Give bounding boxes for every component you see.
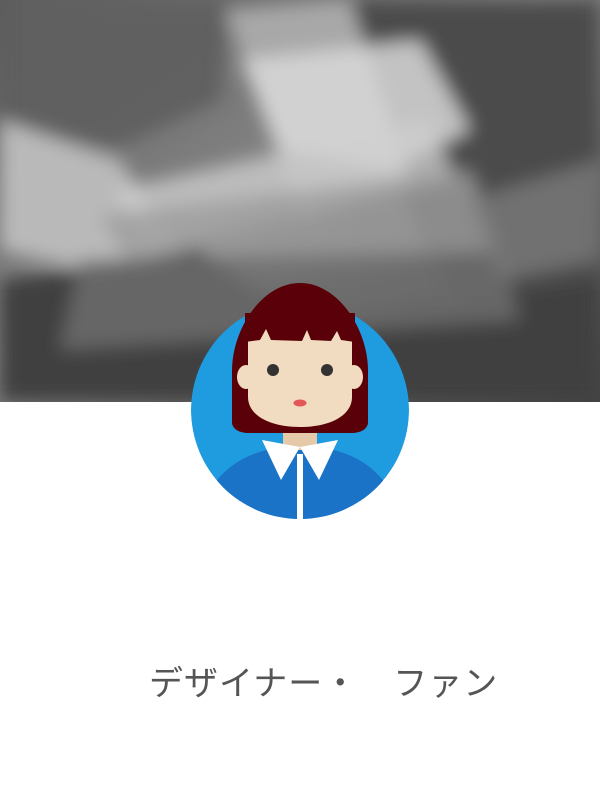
profile-avatar[interactable] — [191, 283, 409, 519]
woman-avatar-icon — [191, 283, 409, 519]
profile-name-text: デザイナー・ ファン — [148, 664, 499, 704]
profile-page: デザイナー・ ファン — [0, 0, 600, 800]
profile-name: デザイナー・ ファン — [0, 600, 600, 704]
